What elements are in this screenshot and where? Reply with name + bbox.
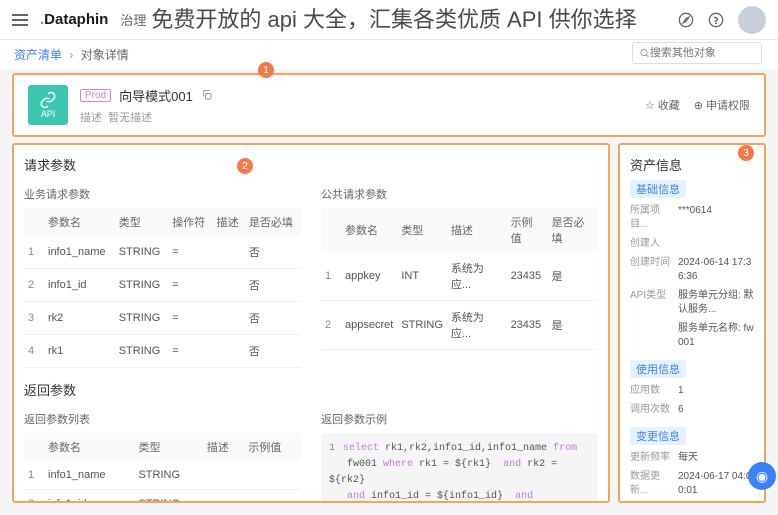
ret-list-title: 返回参数列表	[24, 411, 301, 427]
info-row: 所属项目...***0614	[630, 204, 754, 232]
annotation-1: 1	[258, 62, 274, 78]
biz-req-table: 参数名类型操作符描述是否必填1info1_nameSTRING=否2info1_…	[24, 208, 301, 368]
info-row: 更新频率每天	[630, 451, 754, 465]
table-row: 2info1_idSTRING	[24, 490, 301, 504]
api-icon: API	[28, 85, 68, 125]
ret-table: 参数名类型描述示例值1info1_nameSTRING2info1_idSTRI…	[24, 433, 301, 503]
table-row: 1info1_nameSTRING	[24, 461, 301, 490]
info-row: 创建人	[630, 237, 754, 251]
nav-item[interactable]: 治理	[120, 10, 146, 29]
info-tag: 基础信息	[630, 180, 686, 198]
badge-prod: Prod	[80, 89, 111, 102]
req-title: 请求参数	[24, 155, 598, 174]
pub-req-table: 参数名类型描述示例值是否必填1appkeyINT系统为应...23435是2ap…	[321, 208, 598, 350]
help-icon[interactable]	[708, 12, 724, 28]
biz-req-title: 业务请求参数	[24, 186, 301, 202]
search-icon	[639, 47, 650, 59]
annotation-3: 3	[738, 145, 754, 161]
copy-icon[interactable]	[201, 89, 213, 101]
hero-desc: 描述 暂无描述	[80, 109, 633, 125]
breadcrumb-current: 对象详情	[81, 48, 129, 62]
pub-req-title: 公共请求参数	[321, 186, 598, 202]
info-row: 调用次数6	[630, 403, 754, 417]
ret-example-title: 返回参数示例	[321, 411, 598, 427]
table-row: 1info1_nameSTRING=否	[24, 236, 301, 269]
table-row: 2info1_idSTRING=否	[24, 269, 301, 302]
asset-title: 资产信息	[630, 155, 754, 174]
info-row: 服务单元名称: fw001	[630, 322, 754, 350]
info-row: API类型服务单元分组: 默认服务...	[630, 289, 754, 317]
info-row: 创建时间2024-06-14 17:36:36	[630, 256, 754, 284]
ret-title: 返回参数	[24, 380, 598, 399]
table-row: 3rk2STRING=否	[24, 302, 301, 335]
breadcrumb-root[interactable]: 资产清单	[14, 48, 62, 62]
logo: .Dataphin	[40, 11, 108, 28]
info-row: 应用数1	[630, 384, 754, 398]
search-box[interactable]	[632, 42, 762, 64]
code-example: 1select rk1,rk2,info1_id,info1_name from…	[321, 433, 598, 503]
avatar[interactable]	[738, 6, 766, 34]
table-row: 2appsecretSTRING系统为应...23435是	[321, 301, 598, 350]
info-tag: 变更信息	[630, 427, 686, 445]
apply-button[interactable]: ⊕ 申请权限	[694, 97, 750, 113]
float-button[interactable]: ◉	[748, 462, 776, 490]
params-panel: 请求参数 业务请求参数 参数名类型操作符描述是否必填1info1_nameSTR…	[12, 143, 610, 503]
search-input[interactable]	[650, 47, 755, 59]
table-row: 4rk1STRING=否	[24, 335, 301, 368]
asset-panel: 资产信息 基础信息所属项目...***0614 创建人创建时间2024-06-14…	[618, 143, 766, 503]
info-tag: 使用信息	[630, 360, 686, 378]
annotation-2: 2	[237, 158, 253, 174]
table-row: 1appkeyINT系统为应...23435是	[321, 252, 598, 301]
menu-icon[interactable]	[12, 14, 28, 26]
topbar: .Dataphin 治理	[0, 0, 778, 40]
page-title: 向导模式001	[119, 86, 193, 105]
info-row: 数据更新...2024-06-17 04:00:01	[630, 470, 754, 498]
fav-button[interactable]: ☆ 收藏	[645, 97, 680, 113]
compass-icon[interactable]	[678, 12, 694, 28]
hero-panel: API Prod 向导模式001 描述 暂无描述 ☆ 收藏 ⊕ 申请权限	[12, 73, 766, 137]
